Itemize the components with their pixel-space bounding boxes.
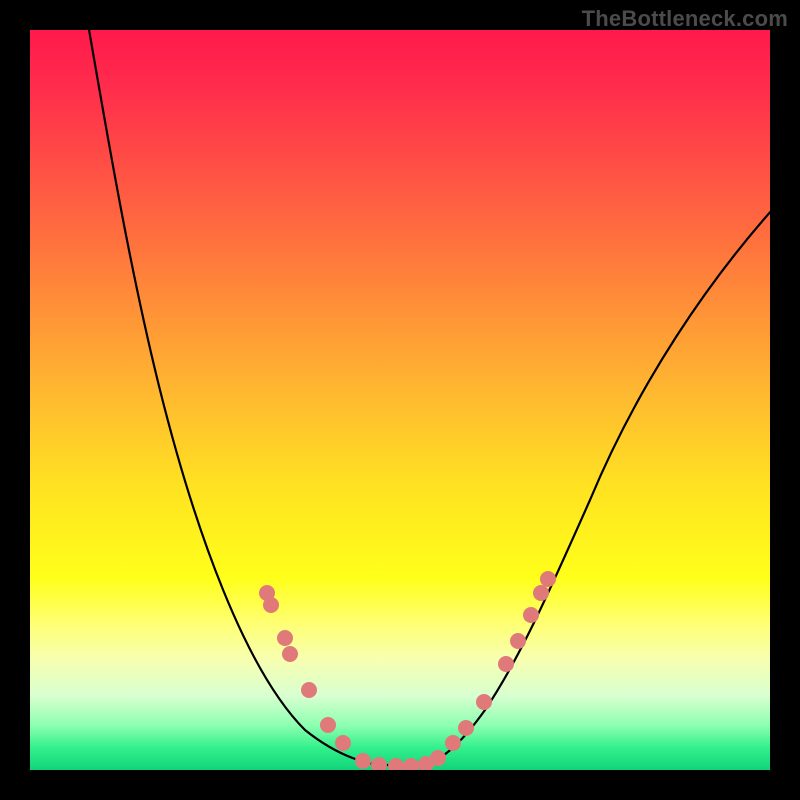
chart-stage: TheBottleneck.com [0, 0, 800, 800]
data-dot [335, 735, 351, 751]
data-dot [277, 630, 293, 646]
data-dot [371, 757, 387, 770]
data-dot [510, 633, 526, 649]
data-dot [458, 720, 474, 736]
data-dot [388, 758, 404, 770]
plot-area [30, 30, 770, 770]
bottleneck-curve [30, 30, 770, 770]
data-dot [403, 758, 419, 770]
data-dot [445, 735, 461, 751]
data-dot [498, 656, 514, 672]
data-dot [533, 585, 549, 601]
data-dot [476, 694, 492, 710]
data-dot [320, 717, 336, 733]
data-dot [430, 750, 446, 766]
attribution-text: TheBottleneck.com [582, 6, 788, 32]
data-dot [540, 571, 556, 587]
data-dot [355, 753, 371, 769]
curve-path [82, 30, 770, 765]
data-dot [523, 607, 539, 623]
data-dot [301, 682, 317, 698]
data-dot [263, 597, 279, 613]
data-dot [282, 646, 298, 662]
